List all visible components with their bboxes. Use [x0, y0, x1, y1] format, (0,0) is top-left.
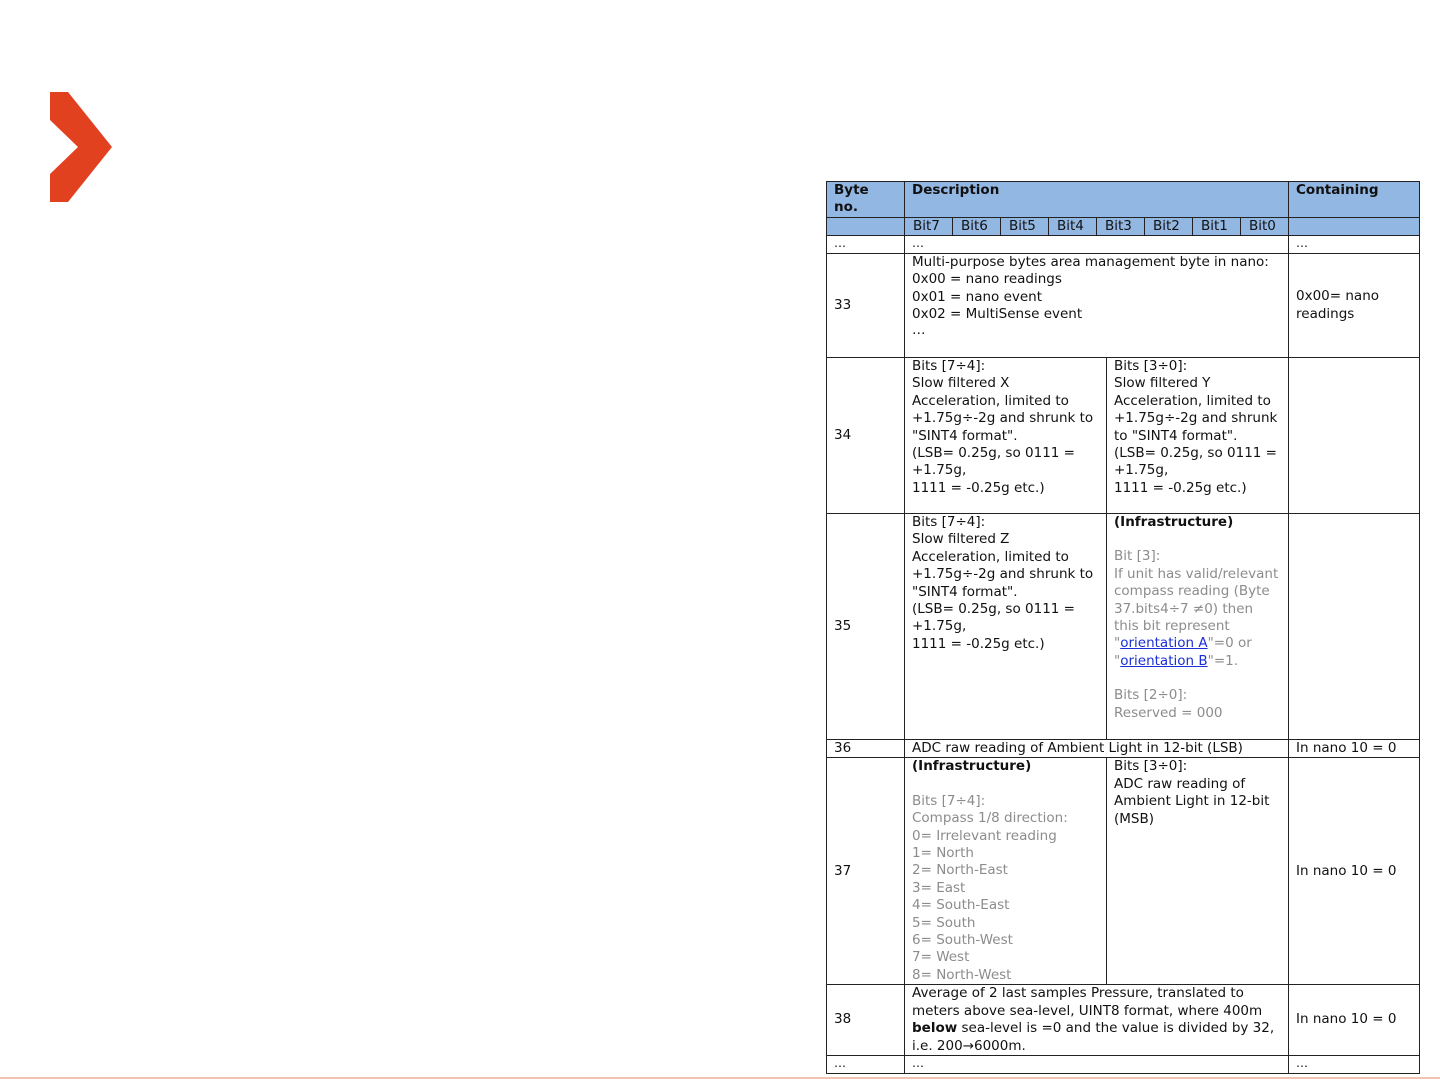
chevron-logo-icon — [50, 92, 112, 202]
ellipsis-cell: … — [1288, 235, 1421, 254]
containing-cell — [1288, 357, 1421, 514]
bit-label: Bit6 — [953, 218, 1001, 235]
byte-number: 34 — [826, 357, 905, 514]
table-header-row: Byte no. Description Containing — [826, 181, 1421, 218]
table-row-38: 38 Average of 2 last samples Pressure, t… — [826, 984, 1421, 1056]
table-row-ellipsis-bottom: … … … — [826, 1054, 1421, 1074]
bit-label: Bit2 — [1145, 218, 1193, 235]
header-byte-no: Byte no. — [826, 181, 905, 218]
header-description: Description — [903, 181, 1290, 218]
bit-label: Bit0 — [1249, 218, 1276, 235]
bits-3-0-cell: Bits [3÷0]: Slow filtered Y Acceleration… — [1105, 357, 1290, 514]
containing-cell — [1288, 513, 1421, 740]
table-row-ellipsis-top: … … … — [826, 235, 1421, 254]
bit-label: Bit3 — [1097, 218, 1145, 235]
bits-3-0-cell: Bits [3÷0]: ADC raw reading of Ambient L… — [1105, 757, 1290, 986]
bits-7-4-cell: Bits [7÷4]: Slow filtered Z Acceleration… — [904, 513, 1107, 740]
table-row-37: 37 (Infrastructure) Bits [7÷4]: Compass … — [826, 757, 1421, 986]
byte-number: 36 — [826, 738, 905, 759]
orientation-b-link[interactable]: orientation B — [1120, 653, 1207, 669]
orientation-a-link[interactable]: orientation A — [1120, 635, 1207, 651]
table-row-35: 35 Bits [7÷4]: Slow filtered Z Accelerat… — [826, 513, 1421, 740]
description-cell: ADC raw reading of Ambient Light in 12-b… — [903, 738, 1290, 759]
table-row-36: 36 ADC raw reading of Ambient Light in 1… — [826, 738, 1421, 759]
byte-description-table: Byte no. Description Containing Bit7 Bit… — [826, 181, 1421, 1074]
ellipsis-cell: … — [826, 1054, 905, 1074]
ellipsis-cell: … — [903, 235, 1290, 254]
byte-number: 35 — [826, 513, 905, 740]
byte-number: 38 — [826, 984, 905, 1056]
bits-header-row: Bit7 Bit6 Bit5 Bit4 Bit3 Bit2 Bit1 Bit0 — [826, 217, 1421, 236]
ellipsis-cell: … — [903, 1054, 1290, 1074]
containing-cell: In nano 10 = 0 — [1288, 738, 1421, 759]
description-cell: Average of 2 last samples Pressure, tran… — [903, 984, 1290, 1056]
table-row-33: 33 Multi-purpose bytes area management b… — [826, 253, 1421, 358]
containing-cell: In nano 10 = 0 — [1288, 757, 1421, 986]
header-containing: Containing — [1288, 181, 1421, 218]
byte-number: 37 — [826, 757, 905, 986]
bit-label: Bit5 — [1001, 218, 1049, 235]
containing-cell: 0x00= nano readings — [1288, 253, 1421, 358]
containing-cell: In nano 10 = 0 — [1288, 984, 1421, 1056]
bit-labels: Bit7 Bit6 Bit5 Bit4 Bit3 Bit2 Bit1 Bit0 — [906, 218, 1288, 235]
description-cell: Multi-purpose bytes area management byte… — [903, 253, 1290, 358]
bit-label: Bit4 — [1049, 218, 1097, 235]
infrastructure-title: (Infrastructure) — [1114, 514, 1234, 531]
table-row-34: 34 Bits [7÷4]: Slow filtered X Accelerat… — [826, 357, 1421, 514]
footer-divider — [0, 1077, 1440, 1079]
bit-label: Bit7 — [906, 218, 953, 235]
byte-number: 33 — [826, 253, 905, 358]
bit-label: Bit1 — [1193, 218, 1241, 235]
bits-7-4-cell: Bits [7÷4]: Slow filtered X Acceleration… — [904, 357, 1107, 514]
ellipsis-cell: … — [826, 235, 905, 254]
infrastructure-cell: (Infrastructure) Bits [7÷4]: Compass 1/8… — [904, 757, 1107, 986]
ellipsis-cell: … — [1288, 1054, 1421, 1074]
infrastructure-cell: (Infrastructure) Bit [3]: If unit has va… — [1105, 513, 1290, 740]
infrastructure-title: (Infrastructure) — [912, 758, 1032, 775]
